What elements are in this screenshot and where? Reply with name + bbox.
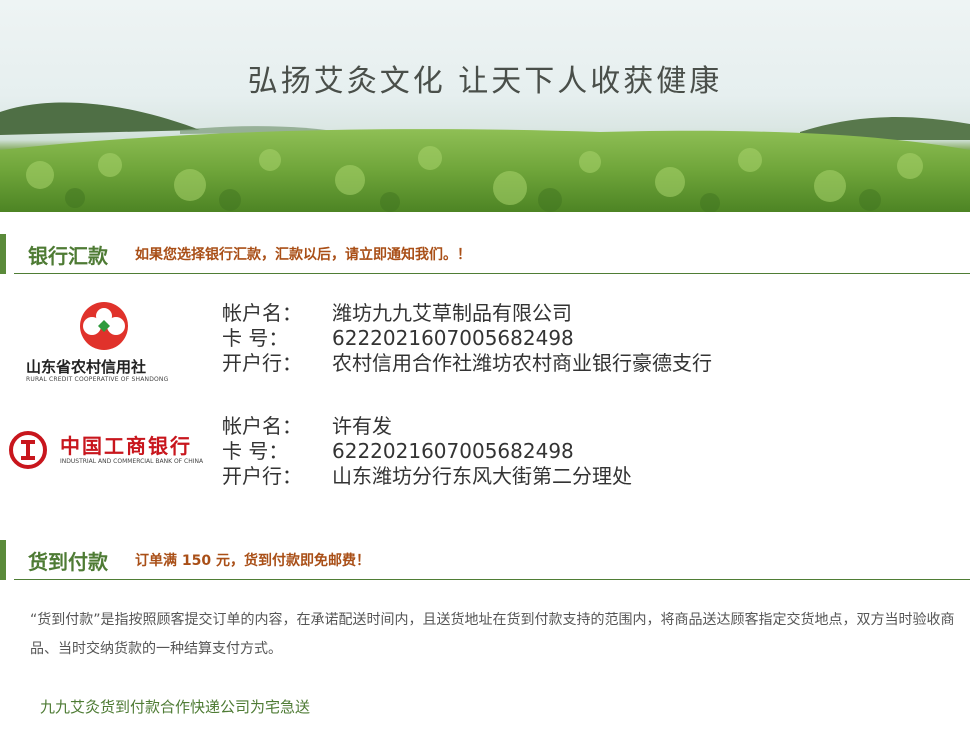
- icbc-logo-subtext: INDUSTRIAL AND COMMERCIAL BANK OF CHINA: [60, 458, 204, 465]
- account-value: 许有发: [332, 414, 392, 438]
- account-value: 潍坊九九艾草制品有限公司: [332, 301, 572, 325]
- rcc-logo-name: 山东省农村信用社: [26, 358, 147, 376]
- branch-label: 开户行：: [222, 351, 302, 375]
- account-label: 帐户名：: [222, 301, 302, 325]
- card-value: 6222021607005682498: [332, 439, 574, 463]
- cod-description: “货到付款”是指按照顾客提交订单的内容，在承诺配送时间内，且送货地址在货到付款支…: [30, 612, 955, 657]
- bank-transfer-note: 如果您选择银行汇款，汇款以后，请立即通知我们。！: [135, 247, 471, 263]
- section-divider: [14, 579, 970, 580]
- cod-note: 订单满 150 元，货到付款即免邮费！: [135, 553, 370, 569]
- field-landscape-image: [0, 102, 970, 212]
- section-accent-bar: [0, 234, 6, 274]
- banner-slogan: 弘扬艾灸文化 让天下人收获健康: [247, 64, 723, 99]
- header-banner: 弘扬艾灸文化 让天下人收获健康: [0, 0, 970, 212]
- rural-credit-cooperative-logo: 山东省农村信用社 RURAL CREDIT COOPERATIVE OF SHA…: [26, 298, 186, 388]
- rcc-emblem-icon: [80, 302, 128, 350]
- account-label: 帐户名：: [222, 414, 302, 438]
- section-divider: [14, 273, 970, 274]
- bank-transfer-title: 银行汇款: [28, 244, 108, 268]
- card-value: 6222021607005682498: [332, 326, 574, 350]
- icbc-emblem-icon: [9, 431, 47, 469]
- icbc-logo-name: 中国工商银行: [60, 434, 192, 458]
- branch-value: 农村信用合作社潍坊农村商业银行豪德支行: [332, 351, 712, 375]
- branch-label: 开户行：: [222, 464, 302, 488]
- rcc-logo-subtext: RURAL CREDIT COOPERATIVE OF SHANDONG: [26, 376, 169, 383]
- card-label: 卡 号：: [222, 439, 289, 463]
- cod-partner-note: 九九艾灸货到付款合作快递公司为宅急送: [40, 698, 311, 716]
- cod-header: 货到付款 订单满 150 元，货到付款即免邮费！: [0, 536, 970, 580]
- bank-transfer-header: 银行汇款 如果您选择银行汇款，汇款以后，请立即通知我们。！: [0, 230, 970, 274]
- section-accent-bar: [0, 540, 6, 580]
- branch-value: 山东潍坊分行东风大街第二分理处: [332, 464, 632, 488]
- card-label: 卡 号：: [222, 326, 289, 350]
- icbc-logo: 中国工商银行 INDUSTRIAL AND COMMERCIAL BANK OF…: [8, 428, 203, 472]
- cod-title: 货到付款: [28, 550, 108, 574]
